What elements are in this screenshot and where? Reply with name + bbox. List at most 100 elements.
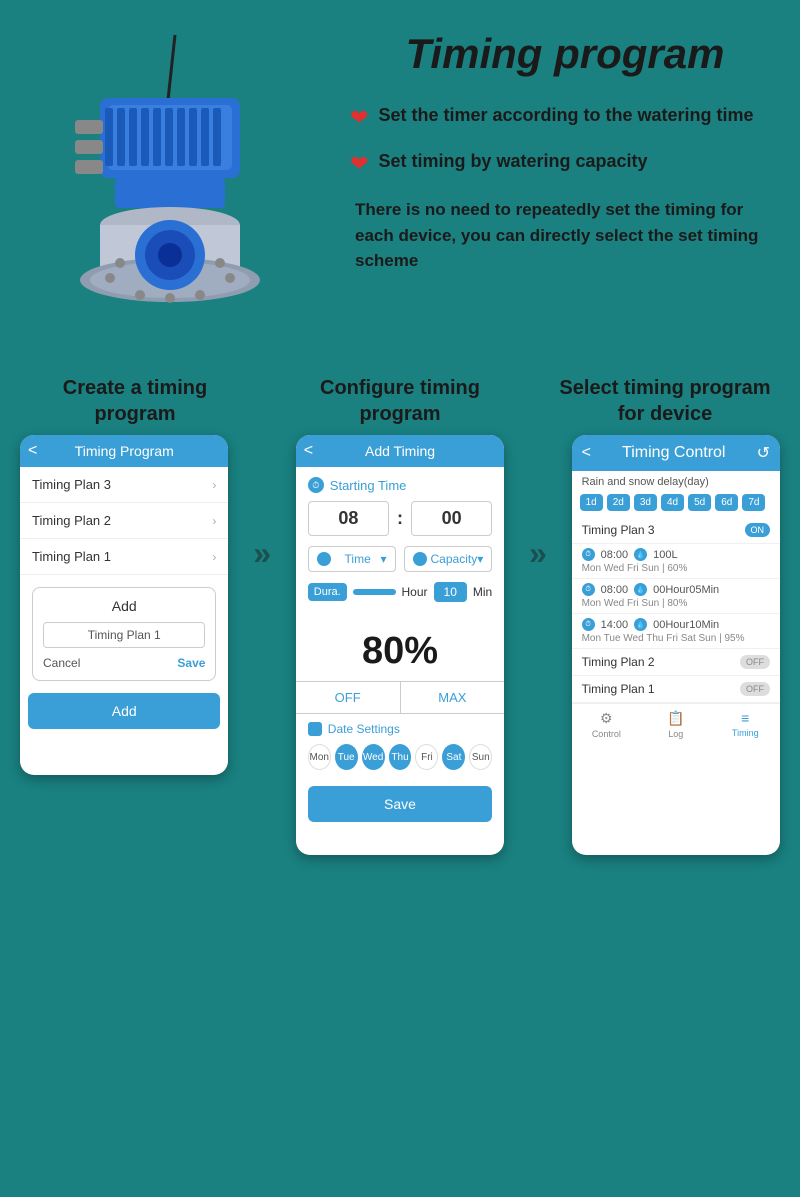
nav-control-label: Control [572, 729, 641, 739]
day-mon[interactable]: Mon [308, 744, 331, 770]
phone-2-hour-input[interactable]: 08 [308, 501, 389, 536]
day-btn-2d[interactable]: 2d [607, 494, 630, 511]
phone-1-actions: Cancel Save [43, 656, 205, 670]
day-thu[interactable]: Thu [389, 744, 412, 770]
phone-1-back-icon[interactable]: < [28, 442, 37, 460]
nav-control[interactable]: ⚙ Control [572, 710, 641, 739]
phone-2-back-icon[interactable]: < [304, 442, 313, 460]
nav-timing[interactable]: ≡ Timing [711, 710, 780, 739]
hour-label: Hour [402, 585, 428, 599]
phone-2-off-button[interactable]: OFF [296, 682, 401, 713]
phone-3-header-title: Timing Control [622, 444, 725, 462]
phone-2-off-max: OFF MAX [296, 681, 504, 714]
bullet-text-2: Set timing by watering capacity [378, 149, 647, 174]
day-btn-6d[interactable]: 6d [715, 494, 738, 511]
schedule-clock-icon-2: ⏱ [582, 583, 595, 596]
phone-1-plan2[interactable]: Timing Plan 2 › [20, 503, 228, 539]
phone-1-header-title: Timing Program [75, 443, 174, 459]
phone-2-time-inputs: 08 : 00 [308, 501, 492, 536]
phone-3-plan3-row: Timing Plan 3 ON [572, 517, 780, 544]
capacity-dropdown-icon [413, 552, 427, 566]
phone-2-capacity-dropdown[interactable]: Capacity ▾ [404, 546, 493, 572]
phone-2-time-dropdown[interactable]: Time ▾ [308, 546, 396, 572]
plan2-label: Timing Plan 2 [32, 513, 111, 528]
nav-log[interactable]: 📋 Log [641, 710, 710, 739]
plan1-label: Timing Plan 1 [32, 549, 111, 564]
phone-2-time-section: ⏱ Starting Time 08 : 00 Time ▾ [296, 467, 504, 622]
phone-1-plan1[interactable]: Timing Plan 1 › [20, 539, 228, 575]
phone-3-back-icon[interactable]: < [582, 444, 591, 462]
nav-log-label: Log [641, 729, 710, 739]
phone-2-save-button[interactable]: Save [308, 786, 492, 822]
phone-2-starting-time-label: ⏱ Starting Time [308, 477, 492, 493]
day-sat[interactable]: Sat [442, 744, 465, 770]
arrow-right-icon-2: » [529, 535, 547, 572]
schedule-item-2: ⏱ 08:00 💧 00Hour05Min Mon Wed Fri Sun | … [572, 579, 780, 614]
plan2-p3-name: Timing Plan 2 [582, 655, 655, 669]
schedule-val-2: 00Hour05Min [653, 584, 719, 596]
dura-blue-bar [353, 589, 396, 595]
schedule-days-2: Mon Wed Fri Sun | 80% [582, 598, 770, 609]
phone-1-name-input[interactable]: Timing Plan 1 [43, 622, 205, 648]
phone-3-plan1-row: Timing Plan 1 OFF [572, 676, 780, 703]
nav-timing-icon: ≡ [711, 710, 780, 726]
bullet-item-1: ❤ Set the timer according to the waterin… [350, 103, 780, 131]
plan3-label: Timing Plan 3 [32, 477, 111, 492]
plan3-toggle[interactable]: ON [745, 523, 771, 537]
step-title-2: Configure timing program [285, 375, 515, 427]
plan3-name: Timing Plan 3 [582, 523, 655, 537]
plan2-p3-toggle[interactable]: OFF [740, 655, 770, 669]
phone-1-plan3[interactable]: Timing Plan 3 › [20, 467, 228, 503]
schedule-water-icon-1: 💧 [634, 548, 647, 561]
schedule-days-3: Mon Tue Wed Thu Fri Sat Sun | 95% [582, 633, 770, 644]
day-btn-1d[interactable]: 1d [580, 494, 603, 511]
plan1-p3-toggle[interactable]: OFF [740, 682, 770, 696]
phone-2-max-button[interactable]: MAX [401, 682, 505, 713]
day-btn-7d[interactable]: 7d [742, 494, 765, 511]
phone-3-days-row: 1d 2d 3d 4d 5d 6d 7d [572, 491, 780, 517]
description-text: There is no need to repeatedly set the t… [350, 197, 780, 274]
phone-2: < Add Timing ⏱ Starting Time 08 : 00 Tim… [296, 435, 504, 855]
time-chevron-icon: ▾ [380, 552, 386, 566]
min-value: 10 [434, 582, 467, 602]
plan3-arrow-icon: › [212, 478, 216, 492]
schedule-time-1: ⏱ 08:00 💧 100L [582, 548, 770, 561]
day-tue[interactable]: Tue [335, 744, 358, 770]
plan2-arrow-icon: › [212, 514, 216, 528]
phone-1-header: < Timing Program [20, 435, 228, 467]
schedule-water-icon-2: 💧 [634, 583, 647, 596]
step-title-3: Select timing program for device [550, 375, 780, 427]
heart-icon-1: ❤ [350, 105, 368, 131]
top-section: Timing program ❤ Set the timer according… [0, 0, 800, 365]
phone-3-refresh-icon[interactable]: ↺ [757, 443, 770, 463]
phones-row: < Timing Program Timing Plan 3 › Timing … [20, 435, 780, 855]
day-btn-5d[interactable]: 5d [688, 494, 711, 511]
valve-svg [20, 30, 320, 350]
step-title-1: Create a timing program [20, 375, 250, 427]
arrow-1-container: » [238, 535, 285, 572]
day-fri[interactable]: Fri [415, 744, 438, 770]
phone-2-dura-row: Dura. Hour 10 Min [308, 582, 492, 602]
capacity-chevron-icon: ▾ [477, 552, 483, 566]
time-dropdown-icon [317, 552, 331, 566]
plan1-p3-name: Timing Plan 1 [582, 682, 655, 696]
schedule-time-3: ⏱ 14:00 💧 00Hour10Min [582, 618, 770, 631]
phone-3: < Timing Control ↺ Rain and snow delay(d… [572, 435, 780, 855]
phone-1-bottom-add[interactable]: Add [28, 693, 220, 729]
schedule-val-1: 100L [653, 549, 677, 561]
phone-2-minute-input[interactable]: 00 [411, 501, 492, 536]
phone-2-days-row: Mon Tue Wed Thu Fri Sat Sun [296, 740, 504, 778]
day-wed[interactable]: Wed [362, 744, 385, 770]
phone-2-header: < Add Timing [296, 435, 504, 467]
phone-1-cancel-button[interactable]: Cancel [43, 656, 80, 670]
day-sun[interactable]: Sun [469, 744, 492, 770]
day-btn-3d[interactable]: 3d [634, 494, 657, 511]
schedule-clock-icon-3: ⏱ [582, 618, 595, 631]
phone-3-rain-label: Rain and snow delay(day) [572, 471, 780, 491]
page-title: Timing program [350, 30, 780, 78]
day-btn-4d[interactable]: 4d [661, 494, 684, 511]
phone-1-save-button[interactable]: Save [177, 656, 205, 670]
phone-3-header: < Timing Control ↺ [572, 435, 780, 471]
schedule-val-3: 00Hour10Min [653, 619, 719, 631]
phone-2-percent: 80% [296, 622, 504, 681]
